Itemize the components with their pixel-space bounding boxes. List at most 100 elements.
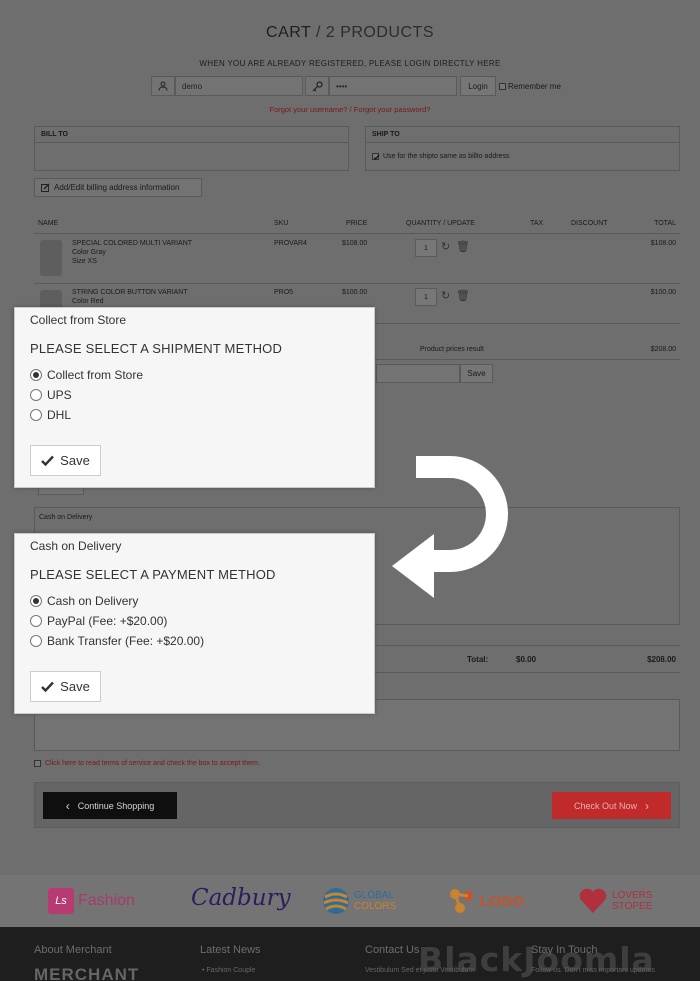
save-label: Save: [60, 679, 90, 694]
refresh-icon[interactable]: ↻: [441, 289, 450, 302]
footer-news-label: Fashion Couple: [206, 967, 256, 974]
shipment-save-button[interactable]: Save: [30, 445, 101, 476]
brand-cadbury[interactable]: Cadbury: [191, 885, 291, 911]
trash-icon[interactable]: 🗑: [456, 289, 470, 302]
password-input[interactable]: ••••: [329, 76, 457, 96]
payment-option-label: Cash on Delivery: [47, 594, 139, 608]
radio[interactable]: [30, 615, 42, 627]
brand-fashion[interactable]: Ls Fashion: [48, 888, 135, 914]
quantity-input[interactable]: 1: [415, 239, 437, 257]
forgot-separator: /: [349, 105, 352, 114]
checkout-button[interactable]: Check Out Now ›: [552, 792, 671, 819]
payment-option-paypal[interactable]: PayPal (Fee: +$20.00): [30, 614, 167, 628]
product-price: $108.00: [342, 240, 368, 247]
login-hint: WHEN YOU ARE ALREADY REGISTERED, PLEASE …: [199, 59, 501, 68]
shipment-option-dhl[interactable]: DHL: [30, 408, 71, 422]
shipment-modal-title: Collect from Store: [30, 313, 127, 327]
brand-name: Cadbury: [191, 885, 291, 911]
brand-name: Fashion: [78, 892, 135, 909]
terms-row[interactable]: Click here to read terms of service and …: [34, 760, 260, 767]
remember-me[interactable]: Remember me: [499, 82, 561, 91]
payment-section-label: Cash on Delivery: [39, 514, 93, 521]
brand-name: LOVERS: [612, 890, 653, 901]
radio[interactable]: [30, 635, 42, 647]
login-button[interactable]: Login: [460, 76, 496, 96]
globe-logo-icon: [323, 888, 349, 914]
forgot-username-link[interactable]: Forgot your username?: [270, 105, 348, 114]
remember-checkbox[interactable]: [499, 83, 506, 90]
radio[interactable]: [30, 409, 42, 421]
product-sku: PRO5: [274, 289, 294, 296]
product-thumbnail[interactable]: [40, 240, 62, 276]
col-name: NAME: [38, 220, 59, 227]
payment-option-label: Bank Transfer (Fee: +$20.00): [47, 634, 205, 648]
user-icon: [151, 76, 175, 96]
shipment-option-label: Collect from Store: [47, 368, 144, 382]
brand-global-colors[interactable]: GLOBAL COLORS: [322, 887, 396, 915]
ship-to-panel: SHIP TO Use for the shipto same as billt…: [365, 126, 680, 171]
key-icon: [305, 76, 329, 96]
forgot-password-link[interactable]: Forgot your password?: [354, 105, 431, 114]
heart-logo-icon: [579, 888, 607, 913]
product-name[interactable]: SPECIAL COLORED MULTI VARIANT: [72, 240, 192, 247]
quantity-input[interactable]: 1: [415, 288, 437, 306]
continue-shopping-button[interactable]: ‹ Continue Shopping: [43, 792, 177, 819]
footer-news-item[interactable]: • Fashion Couple: [202, 967, 255, 974]
coupon-save-button[interactable]: Save: [460, 364, 493, 383]
shipment-option-ups[interactable]: UPS: [30, 388, 72, 402]
total-tax: $0.00: [516, 655, 537, 664]
coupon-input[interactable]: [376, 364, 460, 383]
shipment-modal: Collect from Store PLEASE SELECT A SHIPM…: [14, 307, 375, 488]
total-label: Total:: [467, 655, 489, 664]
product-prices-value: $208.00: [650, 346, 676, 353]
cart-table-header: NAME SKU PRICE QUANTITY / UPDATE TAX DIS…: [34, 220, 680, 234]
col-price: PRICE: [346, 220, 368, 227]
shipment-option-label: DHL: [47, 408, 72, 422]
refresh-icon[interactable]: ↻: [441, 240, 450, 253]
shopping-bag-icon: Ls: [48, 888, 74, 914]
ship-same-option[interactable]: Use for the shipto same as billto addres…: [372, 153, 509, 160]
product-price: $100.00: [342, 289, 368, 296]
login-form: demo ••••: [151, 76, 457, 96]
radio-selected[interactable]: [30, 369, 42, 381]
ship-same-checkbox[interactable]: [372, 153, 380, 160]
continue-shopping-label: Continue Shopping: [77, 800, 155, 811]
shipment-option-collect[interactable]: Collect from Store: [30, 368, 143, 382]
grand-total: $208.00: [647, 655, 676, 664]
bill-to-heading: BILL TO: [35, 127, 348, 143]
brand-name: LOGO: [480, 892, 525, 910]
check-icon: [41, 681, 55, 692]
footer-merchant-logo: MERCHANT: [34, 965, 140, 981]
footer-heading: Latest News: [200, 944, 261, 956]
payment-heading: PLEASE SELECT A PAYMENT METHOD: [30, 567, 276, 582]
brand-name: COLORS: [354, 901, 397, 912]
product-attr: Color Gray: [72, 249, 106, 256]
brand-logo[interactable]: LOGO: [448, 887, 524, 915]
product-name[interactable]: STRING COLOR BUTTON VARIANT: [72, 289, 188, 296]
product-sku: PROVAR4: [274, 240, 307, 247]
title-separator: /: [315, 24, 321, 41]
edit-billing-label: Add/Edit billing address information: [54, 183, 180, 192]
ship-to-heading: SHIP TO: [366, 127, 679, 143]
edit-billing-button[interactable]: Add/Edit billing address information: [34, 178, 202, 197]
trash-icon[interactable]: 🗑: [456, 240, 470, 253]
edit-icon: [41, 183, 50, 192]
username-input[interactable]: demo: [175, 76, 303, 96]
save-label: Save: [60, 453, 90, 468]
terms-link[interactable]: Click here to read terms of service and …: [45, 760, 260, 767]
col-discount: DISCOUNT: [571, 220, 608, 227]
radio-selected[interactable]: [30, 595, 42, 607]
brand-lovers-stopee[interactable]: LOVERS STOPEE: [578, 887, 653, 915]
payment-option-bank[interactable]: Bank Transfer (Fee: +$20.00): [30, 634, 204, 648]
chevron-right-icon: ›: [645, 798, 650, 813]
col-sku: SKU: [274, 220, 289, 227]
payment-save-button[interactable]: Save: [30, 671, 101, 702]
brand-strip: Ls Fashion Cadbury GLOBAL COLORS LOGO LO…: [0, 875, 700, 927]
table-row: SPECIAL COLORED MULTI VARIANT Color Gray…: [34, 234, 680, 284]
payment-option-cod[interactable]: Cash on Delivery: [30, 594, 138, 608]
terms-checkbox[interactable]: [34, 760, 41, 767]
radio[interactable]: [30, 389, 42, 401]
payment-modal: Cash on Delivery PLEASE SELECT A PAYMENT…: [14, 533, 375, 714]
curved-arrow-icon: [392, 456, 508, 598]
product-attr: Color Red: [72, 298, 104, 305]
